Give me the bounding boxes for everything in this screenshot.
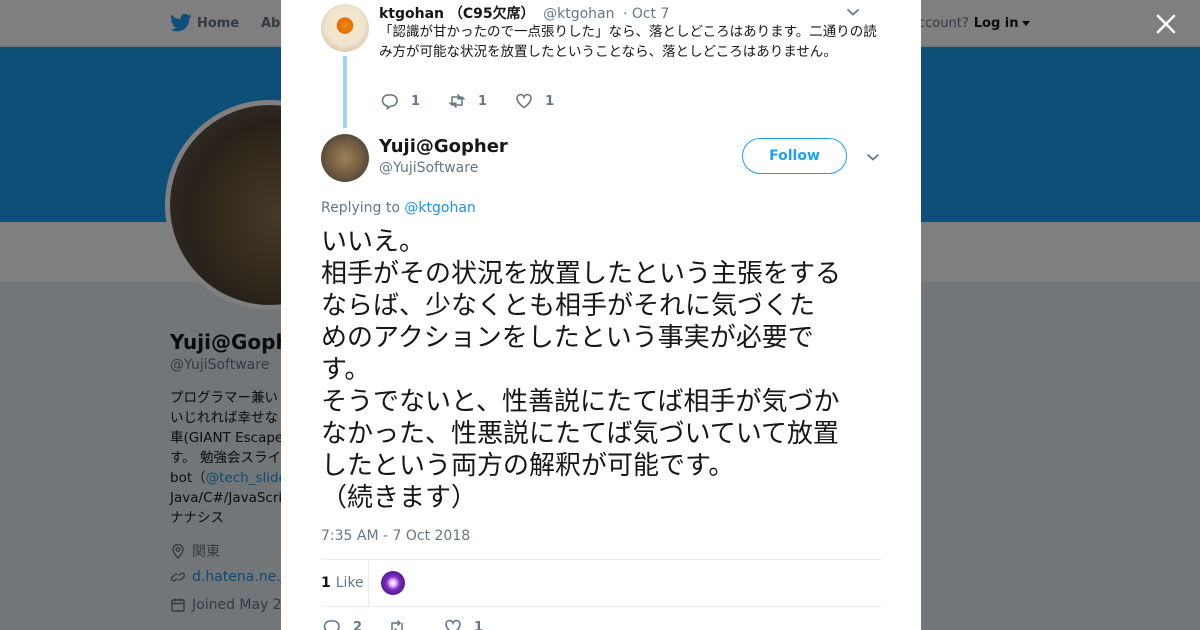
chevron-down-icon[interactable] <box>866 152 880 162</box>
chevron-down-icon[interactable] <box>846 7 860 17</box>
parent-author-name[interactable]: ktgohan （C95欠席） <box>379 6 535 22</box>
follow-button[interactable]: Follow <box>742 138 847 174</box>
tweet-text-line: めのアクションをしたという事実が必要で <box>321 323 814 353</box>
retweet-action[interactable]: 1 <box>448 92 487 110</box>
tweet-text-line: す。 <box>321 355 371 385</box>
tweet-text-line: したという両方の解釈が可能です。 <box>321 451 735 481</box>
parent-tweet-actions: 1 1 1 <box>381 92 582 110</box>
parent-tweet[interactable]: ktgohan （C95欠席） @ktgohan · Oct 7 「認識が甘かっ… <box>321 0 881 130</box>
liker-avatar[interactable] <box>381 571 405 595</box>
like-action[interactable]: 1 <box>515 92 554 110</box>
author-handle[interactable]: @YujiSoftware <box>379 160 478 176</box>
retweet-count: 1 <box>478 93 488 109</box>
reply-icon <box>323 620 340 630</box>
reply-action[interactable]: 2 <box>323 618 362 630</box>
reply-count: 1 <box>411 93 421 109</box>
likes-stat-count: 1 <box>321 575 331 591</box>
like-count: 1 <box>474 619 484 630</box>
tweet-actions: 2 1 <box>323 618 509 630</box>
tweet-stats: 1 Like <box>321 560 881 606</box>
tweet-text-line: 相手がその状況を放置したという主張をする <box>321 259 842 289</box>
replying-prefix: Replying to <box>321 200 400 216</box>
like-count: 1 <box>545 93 555 109</box>
parent-tweet-text: 「認識が甘かったので一点張りした」なら、落としどころはあります。二通りの読み方が… <box>379 24 877 60</box>
tweet-text-line: そうでないと、性善説にたてば相手が気づか <box>321 387 840 417</box>
tweet-text-line: ならば、少なくとも相手がそれに気づくた <box>321 291 816 321</box>
retweet-icon <box>449 93 466 109</box>
retweet-action[interactable] <box>388 618 418 630</box>
reply-icon <box>381 94 398 110</box>
parent-tweet-header: ktgohan （C95欠席） @ktgohan · Oct 7 <box>379 3 669 23</box>
parent-author-handle[interactable]: @ktgohan <box>543 6 614 22</box>
tweet-text: いいえ。 相手がその状況を放置したという主張をする ならば、少なくとも相手がそれ… <box>321 226 886 514</box>
likes-stat-label: Like <box>335 575 364 591</box>
divider <box>368 560 369 606</box>
tweet-timestamp[interactable]: 7:35 AM - 7 Oct 2018 <box>321 528 470 544</box>
likes-stat[interactable]: 1 Like <box>321 560 364 606</box>
tweet-modal: ktgohan （C95欠席） @ktgohan · Oct 7 「認識が甘かっ… <box>281 0 921 630</box>
parent-tweet-date[interactable]: · Oct 7 <box>623 6 669 22</box>
retweet-icon <box>391 619 403 630</box>
like-action[interactable]: 1 <box>444 618 483 630</box>
divider <box>321 606 881 607</box>
replying-to-link[interactable]: @ktgohan <box>404 200 475 216</box>
parent-avatar[interactable] <box>321 4 369 52</box>
reply-count: 2 <box>353 619 363 630</box>
close-icon[interactable] <box>1154 12 1178 36</box>
thread-connector <box>343 56 347 128</box>
author-name[interactable]: Yuji@Gopher <box>379 136 508 157</box>
reply-action[interactable]: 1 <box>381 92 420 110</box>
author-avatar[interactable] <box>321 134 369 182</box>
heart-icon <box>445 619 461 630</box>
tweet-text-line: なかった、性悪説にたてば気づいていて放置 <box>321 419 839 449</box>
replying-to: Replying to @ktgohan <box>321 200 476 216</box>
tweet-text-line: （続きます） <box>321 483 478 513</box>
tweet-text-line: いいえ。 <box>321 227 426 257</box>
heart-icon <box>516 93 532 109</box>
